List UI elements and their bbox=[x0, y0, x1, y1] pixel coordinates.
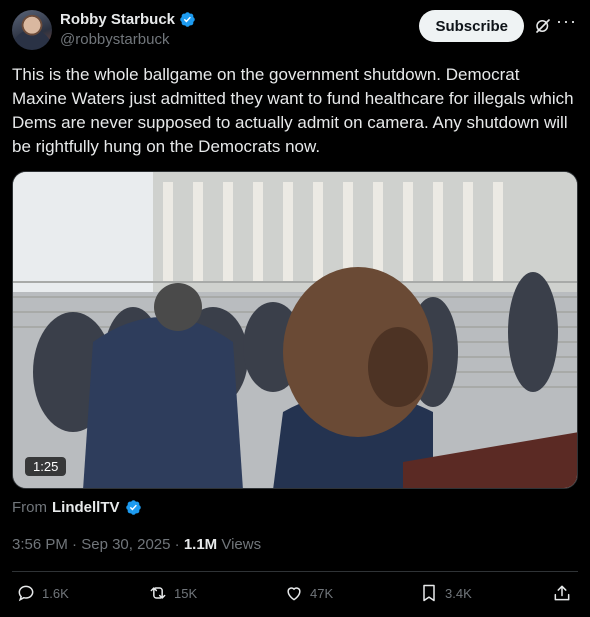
bookmark-count: 3.4K bbox=[445, 585, 472, 601]
repost-icon bbox=[150, 587, 166, 599]
reply-button[interactable]: 1.6K bbox=[16, 583, 69, 603]
media-source: From LindellTV bbox=[12, 499, 142, 516]
tweet-meta: 3:56 PM · Sep 30, 2025 · 1.1M Views bbox=[12, 536, 261, 553]
repost-count: 15K bbox=[174, 585, 198, 601]
subscribe-button[interactable]: Subscribe bbox=[419, 10, 524, 42]
heart-icon bbox=[287, 587, 301, 601]
share-button[interactable] bbox=[552, 583, 572, 603]
bookmark-button[interactable]: 3.4K bbox=[419, 583, 472, 603]
like-button[interactable]: 47K bbox=[284, 583, 333, 603]
share-icon bbox=[554, 585, 570, 601]
avatar[interactable] bbox=[12, 10, 52, 50]
more-icon[interactable]: ··· bbox=[556, 12, 576, 34]
tweet-time[interactable]: 3:56 PM bbox=[12, 536, 68, 553]
video-thumbnail bbox=[13, 172, 577, 488]
reply-icon bbox=[18, 585, 34, 602]
meta-separator: · bbox=[174, 536, 184, 553]
tweet-text: This is the whole ballgame on the govern… bbox=[12, 65, 574, 156]
tweet-header: Robby Starbuck @robbystarbuck Subscribe … bbox=[12, 10, 578, 52]
author-name[interactable]: Robby Starbuck bbox=[60, 11, 175, 28]
views-count: 1.1M bbox=[183, 536, 218, 553]
bookmark-icon bbox=[423, 584, 435, 602]
grok-icon[interactable] bbox=[534, 17, 552, 35]
views-label: Views bbox=[221, 536, 262, 553]
like-count: 47K bbox=[310, 585, 334, 601]
source-name[interactable]: LindellTV bbox=[52, 499, 120, 516]
verified-badge-icon bbox=[180, 12, 195, 27]
author-name-row[interactable]: Robby Starbuck bbox=[60, 11, 196, 28]
video-duration: 1:25 bbox=[25, 457, 67, 476]
action-bar: 1.6K 15K 47K 3.4K bbox=[12, 583, 578, 607]
repost-button[interactable]: 15K bbox=[148, 583, 197, 603]
author-handle[interactable]: @robbystarbuck bbox=[60, 31, 169, 48]
source-verified-icon bbox=[125, 500, 141, 515]
source-prefix: From bbox=[12, 499, 47, 516]
reply-count: 1.6K bbox=[42, 585, 69, 601]
divider bbox=[12, 571, 578, 572]
meta-separator: · bbox=[72, 536, 82, 553]
tweet-date[interactable]: Sep 30, 2025 bbox=[81, 536, 170, 553]
video-player[interactable]: 1:25 bbox=[12, 171, 578, 489]
